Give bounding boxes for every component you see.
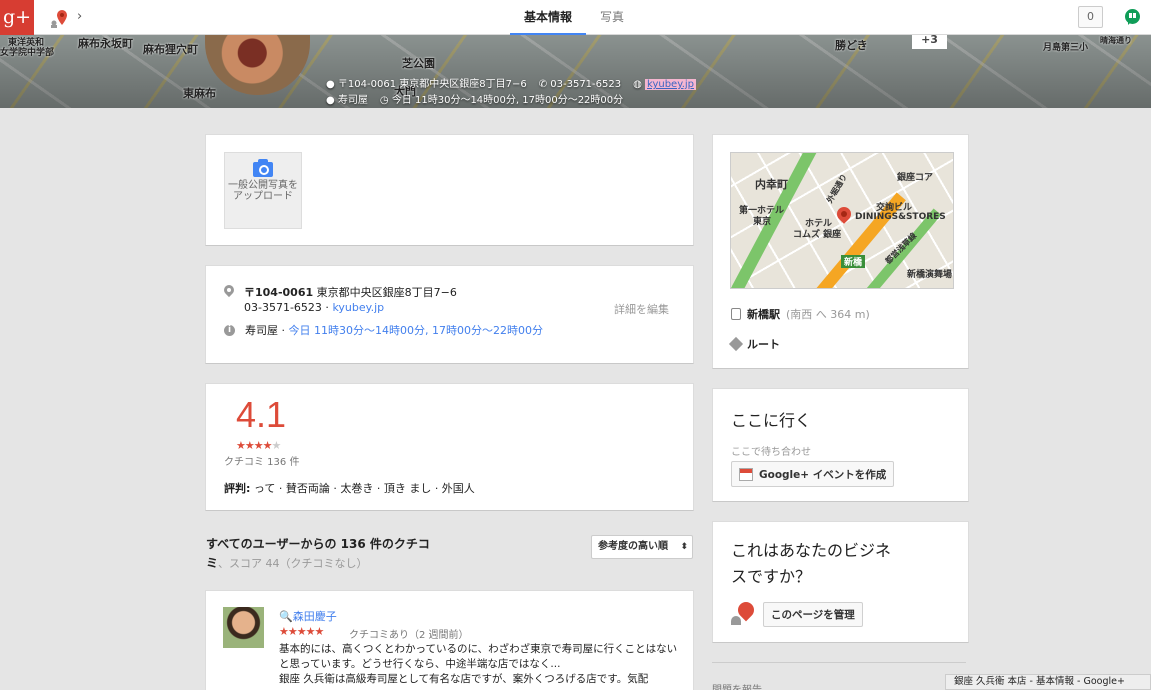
calendar-icon [739, 467, 753, 481]
go-here-card: ここに行く ここで待ち合わせ Google+ イベントを作成 [712, 388, 969, 502]
rating-score: 4.1 [236, 394, 287, 435]
banner-hours: ◷ 今日 11時30分～14時00分, 17時00分～22時00分 [379, 95, 624, 106]
review-meta: クチコミあり（2 週間前） [349, 630, 469, 641]
edit-details-link[interactable]: 詳細を編集 [614, 301, 669, 317]
mini-map[interactable]: 内幸町 第一ホテル 東京 銀座コア 交詢ビル DININGS&STORES ホテ… [730, 152, 954, 289]
report-problem-link[interactable]: 問題を報告 [712, 681, 762, 690]
review-body: 基本的には、高くつくとわかっているのに、わざわざ東京で寿司屋に行くことはないと思… [279, 643, 678, 685]
top-bar: g+ › 基本情報 写真 0 [0, 0, 1151, 35]
notification-count[interactable]: 0 [1078, 6, 1103, 28]
meet-here-label: ここで待ち合わせ [731, 447, 811, 458]
map-label: 芝公園 [402, 57, 435, 70]
business-card: これはあなたのビジネスですか？ このページを管理 [712, 521, 969, 643]
phone-text: 03-3571-6523 [244, 301, 322, 314]
tab-basic-info[interactable]: 基本情報 [510, 0, 587, 35]
banner-info: ● 〒104-0061 東京都中央区銀座8丁目7−6 ✆ 03-3571-652… [326, 77, 697, 108]
category-text: 寿司屋 [245, 324, 278, 337]
map-label: 新橋演舞場 [907, 270, 953, 280]
banner-website[interactable]: ◍ kyubey.jp [633, 77, 697, 93]
banner-category: ● 寿司屋 [326, 95, 368, 106]
divider [712, 662, 966, 663]
header-map-banner: 東洋英和 女学院中学部 麻布永坂町 麻布狸穴町 東麻布 芝公園 大門 勝どき 月… [0, 35, 1151, 108]
reviewer-name[interactable]: 🔍森田慶子 [279, 608, 337, 624]
nearest-station[interactable]: 新橋駅 (南西 へ 364 m) [731, 306, 870, 322]
address-row: 〒104-0061 東京都中央区銀座8丁目7−6 03-3571-6523 · … [224, 285, 457, 315]
rating-stars: ★★★★★ [236, 439, 281, 452]
upload-photo-button[interactable]: 一般公開写真をアップロード [224, 152, 302, 229]
chevron-right-icon[interactable]: › [77, 9, 82, 24]
map-label: 東麻布 [183, 87, 216, 100]
directions-icon [728, 336, 744, 352]
route-link[interactable]: ルート [728, 336, 780, 352]
hangouts-icon[interactable] [1125, 9, 1140, 25]
camera-icon [253, 159, 273, 177]
sort-select[interactable]: 参考度の高い順 ⬍ [591, 535, 693, 559]
website-link[interactable]: kyubey.jp [332, 301, 384, 314]
sort-arrows-icon: ⬍ [680, 542, 688, 552]
tab-bar: 基本情報 写真 [510, 0, 638, 35]
create-event-button[interactable]: Google+ イベントを作成 [731, 461, 895, 487]
tab-photos[interactable]: 写真 [586, 0, 638, 35]
map-card: 内幸町 第一ホテル 東京 銀座コア 交詢ビル DININGS&STORES ホテ… [712, 134, 969, 369]
map-label: 麻布狸穴町 [143, 43, 198, 56]
upload-card: 一般公開写真をアップロード [205, 134, 694, 246]
banner-phone: ✆ 03-3571-6523 [538, 79, 622, 90]
map-label: 月島第三小 [1043, 43, 1089, 53]
review-card: 🔍森田慶子 ★★★★★ クチコミあり（2 週間前） 基本的には、高くつくとわかっ… [205, 590, 694, 690]
address-text: 東京都中央区銀座8丁目7−6 [316, 286, 457, 299]
info-card: 〒104-0061 東京都中央区銀座8丁目7−6 03-3571-6523 · … [205, 265, 694, 364]
info-icon: i [224, 325, 235, 336]
manage-page-button[interactable]: このページを管理 [763, 602, 863, 627]
location-pin-icon [224, 285, 234, 299]
map-label: 外堀通り [825, 172, 849, 205]
map-label: 新橋 [841, 255, 866, 268]
map-label: 勝どき [835, 39, 868, 52]
more-photos-button[interactable]: +3 [912, 34, 947, 49]
map-label: 女学院中学部 [0, 48, 55, 58]
reviews-heading: すべてのユーザーからの 136 件のクチコミ、スコア 44（クチコミなし） [206, 537, 430, 570]
map-label: 晴海通り [1100, 36, 1132, 45]
map-marker-icon[interactable] [834, 204, 854, 224]
places-icon[interactable] [48, 8, 70, 28]
map-label: 東京 [753, 217, 772, 227]
train-icon [731, 308, 741, 320]
go-here-title: ここに行く [731, 411, 812, 430]
business-title: これはあなたのビジネスですか？ [731, 541, 892, 586]
map-label: コムズ 銀座 [793, 230, 842, 240]
banner-address: ● 〒104-0061 東京都中央区銀座8丁目7−6 [326, 79, 527, 90]
category-row: i 寿司屋 · 今日 11時30分～14時00分, 17時00分～22時00分 [224, 323, 543, 338]
map-label: 銀座コア [897, 173, 934, 183]
person-icon [731, 616, 741, 625]
map-label: 内幸町 [755, 178, 788, 191]
upload-label: 一般公開写真をアップロード [228, 180, 298, 202]
reviewer-avatar[interactable] [223, 607, 264, 648]
review-count[interactable]: クチコミ 136 件 [224, 453, 299, 468]
rating-card: 4.1 ★★★★★ クチコミ 136 件 評判: って · 賛否両論 · 太巻き… [205, 383, 694, 511]
browser-status-bar: 銀座 久兵衛 本店 - 基本情報 - Google+ [945, 674, 1151, 690]
hours-link[interactable]: 今日 11時30分～14時00分, 17時00分～22時00分 [289, 324, 543, 337]
map-label: 麻布永坂町 [78, 37, 133, 50]
postal-code: 〒104-0061 [244, 286, 314, 299]
google-plus-logo[interactable]: g+ [0, 0, 34, 35]
map-label: DININGS&STORES [855, 212, 946, 222]
review-tags: 評判: って · 賛否両論 · 太巻き · 頂き まし · 外国人 [224, 482, 475, 495]
review-stars: ★★★★★ [279, 625, 324, 638]
